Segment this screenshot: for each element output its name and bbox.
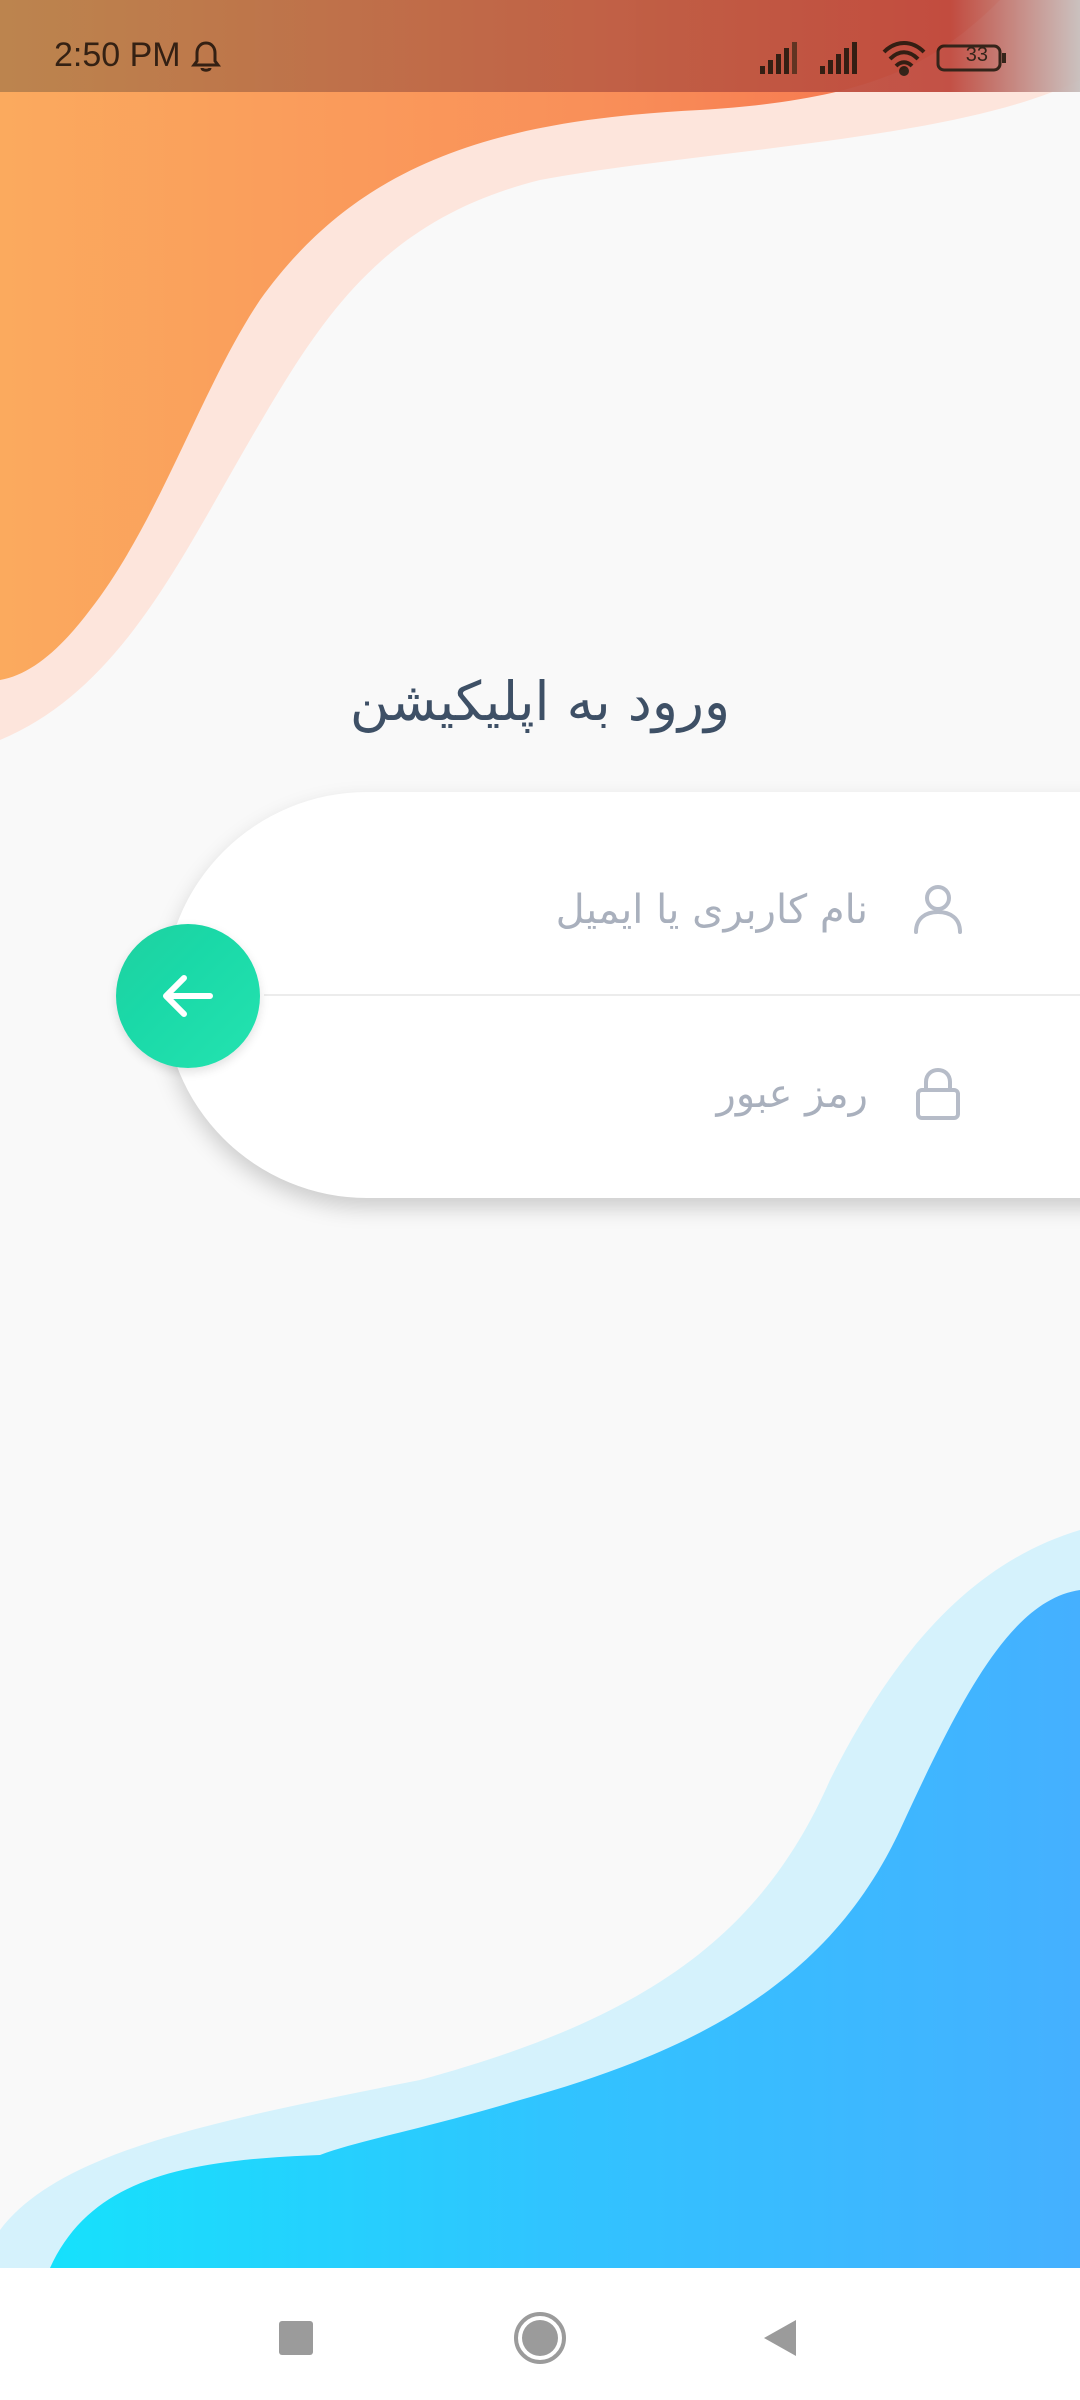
arrow-left-icon bbox=[163, 975, 213, 1017]
username-field[interactable] bbox=[266, 850, 1066, 970]
back-button[interactable] bbox=[740, 2298, 820, 2378]
page-title: ورود به اپلیکیشن bbox=[349, 670, 731, 733]
lock-icon bbox=[916, 1067, 960, 1120]
home-circle-icon bbox=[514, 2312, 566, 2364]
system-nav-bar bbox=[0, 2268, 1080, 2400]
signal-icon bbox=[820, 42, 857, 74]
field-divider bbox=[264, 994, 1080, 996]
notification-bell-icon bbox=[191, 41, 221, 72]
back-triangle-icon bbox=[764, 2320, 796, 2356]
background-waves bbox=[0, 0, 1080, 2268]
status-bar: 2:50 PM 33 bbox=[0, 0, 1080, 92]
battery-level: 33 bbox=[965, 44, 988, 66]
recents-button[interactable] bbox=[256, 2298, 336, 2378]
status-time: 2:50 PM bbox=[54, 36, 181, 74]
home-button[interactable] bbox=[500, 2298, 580, 2378]
wifi-icon bbox=[882, 41, 926, 76]
username-input[interactable] bbox=[266, 886, 870, 934]
password-input[interactable] bbox=[266, 1070, 870, 1118]
login-submit-button[interactable] bbox=[116, 924, 260, 1068]
user-icon bbox=[914, 885, 962, 934]
recents-square-icon bbox=[279, 2321, 313, 2355]
signal-icon bbox=[760, 42, 797, 74]
password-field[interactable] bbox=[266, 1034, 1066, 1154]
